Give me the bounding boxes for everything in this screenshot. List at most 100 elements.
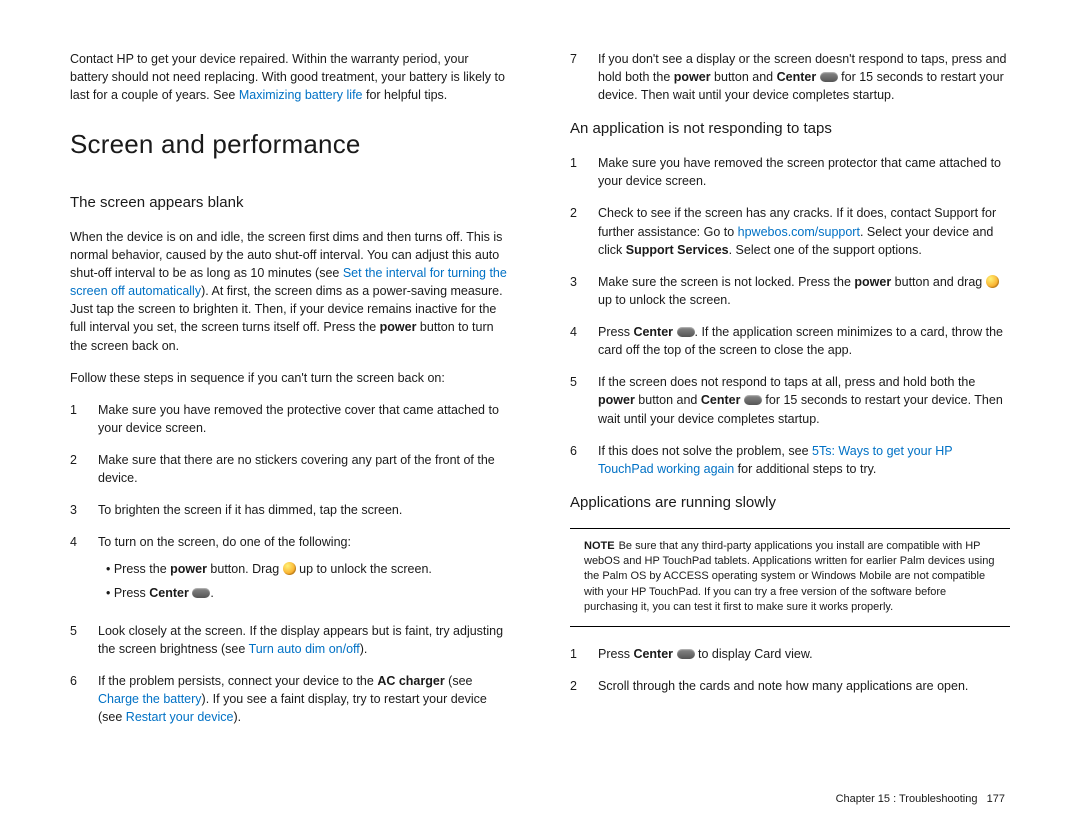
bold-power: power <box>380 320 417 334</box>
list-item: 2 Check to see if the screen has any cra… <box>570 204 1010 258</box>
list-item: 7 If you don't see a display or the scre… <box>570 50 1010 104</box>
bold-power: power <box>674 70 711 84</box>
bold-power: power <box>854 275 891 289</box>
footer-page-number: 177 <box>987 793 1005 805</box>
step-number: 7 <box>570 50 598 104</box>
step-text: To brighten the screen if it has dimmed,… <box>98 501 510 519</box>
text: button and drag <box>891 275 986 289</box>
page-content: Contact HP to get your device repaired. … <box>70 50 1010 804</box>
continued-steps: 7 If you don't see a display or the scre… <box>570 50 1010 104</box>
step-text: Make sure you have removed the protectiv… <box>98 401 510 437</box>
link-turn-auto-dim[interactable]: Turn auto dim on/off <box>249 642 360 656</box>
step-body: Make sure the screen is not locked. Pres… <box>598 273 1010 309</box>
step-body: Look closely at the screen. If the displ… <box>98 622 510 658</box>
step-body: If the screen does not respond to taps a… <box>598 373 1010 427</box>
slow-steps: 1 Press Center to display Card view. 2Sc… <box>570 645 1010 695</box>
footer-chapter: Chapter 15 : Troubleshooting <box>836 793 978 805</box>
text: Press <box>598 325 633 339</box>
bold-center: Center <box>777 70 817 84</box>
link-maximizing-battery-life[interactable]: Maximizing battery life <box>239 88 363 102</box>
text: button and <box>635 393 701 407</box>
subheading-screen-blank: The screen appears blank <box>70 192 510 214</box>
subheading-app-not-responding: An application is not responding to taps <box>570 118 1010 140</box>
list-item: 6 If the problem persists, connect your … <box>70 672 510 726</box>
step-number: 2 <box>570 204 598 258</box>
list-item: 5 Look closely at the screen. If the dis… <box>70 622 510 658</box>
blank-steps: 1Make sure you have removed the protecti… <box>70 401 510 727</box>
step-number: 1 <box>570 645 598 663</box>
bold-support-services: Support Services <box>626 243 729 257</box>
step-number: 1 <box>70 401 98 437</box>
step-number: 2 <box>570 677 598 695</box>
text: If the screen does not respond to taps a… <box>598 375 975 389</box>
text: If this does not solve the problem, see <box>598 444 812 458</box>
left-column: Contact HP to get your device repaired. … <box>70 50 510 804</box>
bold-center: Center <box>633 647 673 661</box>
page-footer: Chapter 15 : Troubleshooting 177 <box>836 792 1005 808</box>
list-item: 4 To turn on the screen, do one of the f… <box>70 533 510 607</box>
step-text: Make sure you have removed the screen pr… <box>598 154 1010 190</box>
text: for additional steps to try. <box>734 462 876 476</box>
text <box>673 325 676 339</box>
text <box>673 647 676 661</box>
bold-center: Center <box>633 325 673 339</box>
text: to display Card view. <box>695 647 813 661</box>
unlock-icon <box>986 275 999 288</box>
text: button. Drag <box>207 562 283 576</box>
list-item: 1Make sure you have removed the screen p… <box>570 154 1010 190</box>
text: Make sure the screen is not locked. Pres… <box>598 275 854 289</box>
text: ). <box>233 710 241 724</box>
bullet-item: • Press the power button. Drag up to unl… <box>106 560 510 578</box>
bold-power: power <box>170 562 207 576</box>
step-number: 4 <box>70 533 98 607</box>
bullet-item: • Press Center . <box>106 584 510 602</box>
text: . Select one of the support options. <box>729 243 922 257</box>
step-number: 6 <box>570 442 598 478</box>
right-column: 7 If you don't see a display or the scre… <box>570 50 1010 804</box>
step-number: 3 <box>570 273 598 309</box>
subheading-apps-slow: Applications are running slowly <box>570 492 1010 514</box>
center-button-icon <box>192 588 210 598</box>
step-number: 1 <box>570 154 598 190</box>
step-text: Make sure that there are no stickers cov… <box>98 451 510 487</box>
text: button and <box>711 70 777 84</box>
link-charge-battery[interactable]: Charge the battery <box>98 692 202 706</box>
list-item: 1Make sure you have removed the protecti… <box>70 401 510 437</box>
blank-paragraph-1: When the device is on and idle, the scre… <box>70 228 510 355</box>
list-item: 1 Press Center to display Card view. <box>570 645 1010 663</box>
bold-center: Center <box>701 393 741 407</box>
text: • Press the <box>106 562 170 576</box>
center-button-icon <box>744 395 762 405</box>
step-number: 5 <box>70 622 98 658</box>
step-number: 3 <box>70 501 98 519</box>
center-button-icon <box>820 72 838 82</box>
text: If the problem persists, connect your de… <box>98 674 377 688</box>
list-item: 5 If the screen does not respond to taps… <box>570 373 1010 427</box>
app-steps: 1Make sure you have removed the screen p… <box>570 154 1010 478</box>
list-item: 2Make sure that there are no stickers co… <box>70 451 510 487</box>
step-body: Press Center to display Card view. <box>598 645 1010 663</box>
list-item: 4 Press Center . If the application scre… <box>570 323 1010 359</box>
step-number: 4 <box>570 323 598 359</box>
bold-center: Center <box>149 586 189 600</box>
text: up to unlock the screen. <box>296 562 432 576</box>
text: Press <box>598 647 633 661</box>
step-body: If you don't see a display or the screen… <box>598 50 1010 104</box>
list-item: 3To brighten the screen if it has dimmed… <box>70 501 510 519</box>
step-number: 6 <box>70 672 98 726</box>
note-label: NOTE <box>584 540 615 552</box>
text: (see <box>445 674 473 688</box>
text: up to unlock the screen. <box>598 293 731 307</box>
link-hpwebos-support[interactable]: hpwebos.com/support <box>738 225 860 239</box>
text: ). <box>360 642 368 656</box>
note-text: Be sure that any third-party application… <box>584 540 994 614</box>
step-number: 2 <box>70 451 98 487</box>
note-box: NOTEBe sure that any third-party applica… <box>570 528 1010 627</box>
text: • Press <box>106 586 149 600</box>
text: . <box>210 586 213 600</box>
step-text: Scroll through the cards and note how ma… <box>598 677 1010 695</box>
link-restart-device[interactable]: Restart your device <box>126 710 234 724</box>
blank-paragraph-2: Follow these steps in sequence if you ca… <box>70 369 510 387</box>
bold-power: power <box>598 393 635 407</box>
step-body: If this does not solve the problem, see … <box>598 442 1010 478</box>
